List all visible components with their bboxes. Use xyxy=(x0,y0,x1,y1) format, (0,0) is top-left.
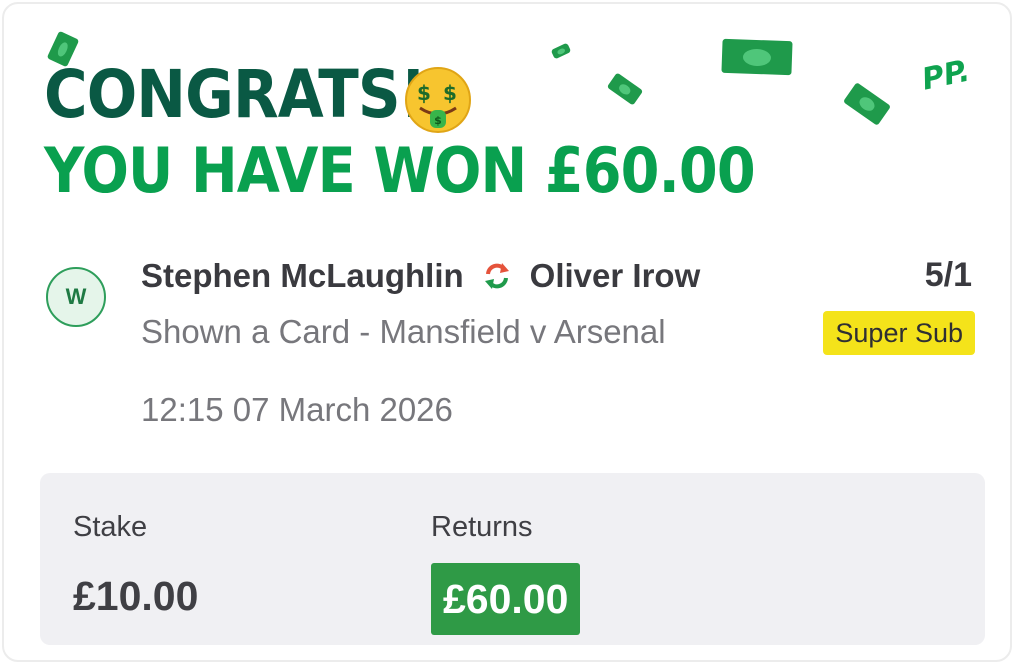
stake-value: £10.00 xyxy=(73,573,199,619)
market-description: Shown a Card - Mansfield v Arsenal xyxy=(141,313,666,350)
stake-label: Stake xyxy=(73,511,148,543)
svg-text:$: $ xyxy=(417,81,431,105)
money-bill-icon xyxy=(721,38,793,76)
svg-text:$: $ xyxy=(443,81,457,105)
won-amount-heading: YOU HAVE WON £60.00 xyxy=(44,134,756,207)
brand-logo: PP. xyxy=(918,53,973,98)
win-status-avatar: W xyxy=(46,267,106,327)
money-bill-icon xyxy=(606,72,644,106)
selection-row: Stephen McLaughlin Oliver Irow xyxy=(141,254,700,298)
returns-label: Returns xyxy=(431,511,533,543)
stake-returns-panel: Stake £10.00 Returns £60.00 xyxy=(40,473,985,645)
event-datetime: 12:15 07 March 2026 xyxy=(141,391,453,428)
congrats-heading: CONGRATS! xyxy=(44,56,427,133)
player-in-name: Oliver Irow xyxy=(529,257,701,294)
money-bill-icon xyxy=(842,82,892,126)
player-out-name: Stephen McLaughlin xyxy=(141,257,464,294)
odds-value: 5/1 xyxy=(924,256,972,294)
bet-receipt-card: PP. CONGRATS! $ $ $ YOU HAVE WON £60.00 … xyxy=(2,2,1012,662)
returns-value: £60.00 xyxy=(431,563,581,635)
substitution-arrows-icon xyxy=(484,263,509,289)
svg-text:$: $ xyxy=(434,114,442,127)
money-mouth-face-icon: $ $ $ xyxy=(405,67,471,133)
money-bill-icon xyxy=(550,42,572,60)
super-sub-badge: Super Sub xyxy=(823,311,975,355)
